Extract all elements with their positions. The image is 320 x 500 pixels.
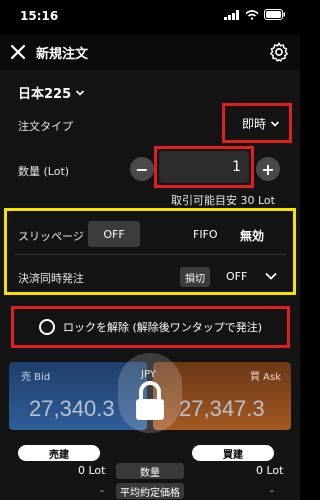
currency-label: JPY (141, 369, 156, 380)
buy-avg-value: - (270, 484, 274, 497)
chevron-down-icon[interactable] (263, 268, 279, 284)
sell-avg-value: - (100, 484, 104, 497)
chevron-down-icon (76, 89, 85, 96)
ask-label: 買 Ask (249, 372, 281, 383)
page-title: 新規注文 (36, 47, 89, 62)
unlock-label: ロックを解除 (解除後ワンタップで発注) (62, 321, 263, 334)
status-icons (224, 9, 286, 20)
buy-position-tag: 買建 (192, 445, 274, 461)
close-icon[interactable] (8, 42, 28, 62)
gear-icon[interactable] (268, 41, 290, 63)
settle-label: 決済同時発注 (18, 272, 84, 285)
fifo-value[interactable]: 無効 (240, 227, 264, 244)
sell-lot-value: 0 Lot (78, 464, 106, 477)
lock-icon (136, 381, 164, 420)
status-bar: 15:16 (0, 0, 300, 34)
order-type-select[interactable]: 即時 (242, 115, 280, 132)
stop-loss-tag: 損切 (180, 267, 210, 287)
buy-lot-value: 0 Lot (256, 464, 284, 477)
nav-bar: 新規注文 (0, 34, 300, 70)
quantity-increment-button[interactable]: + (256, 157, 280, 181)
quantity-input[interactable]: 1 (159, 151, 249, 183)
tradable-hint: 取引可能目安 30 Lot (171, 194, 275, 207)
bid-label: 売 Bid (21, 372, 51, 383)
ask-price: 27,347.3 (179, 396, 265, 421)
chevron-down-icon (270, 120, 280, 127)
bid-price: 27,340.3 (29, 396, 115, 421)
quantity-tag: 数量 (116, 463, 184, 479)
radio-circle-icon (38, 319, 55, 335)
sell-position-tag: 売建 (18, 445, 100, 461)
symbol-selector[interactable]: 日本225 (18, 83, 85, 102)
unlock-toggle[interactable]: ロックを解除 (解除後ワンタップで発注) (16, 311, 285, 343)
slippage-toggle[interactable]: OFF (88, 221, 140, 247)
order-type-label: 注文タイプ (18, 120, 73, 133)
signal-icon (224, 9, 239, 20)
wifi-icon (245, 9, 259, 20)
battery-icon (264, 9, 285, 20)
order-type-value: 即時 (242, 117, 267, 131)
quantity-label: 数量 (Lot) (18, 165, 70, 178)
symbol-label: 日本225 (18, 87, 72, 102)
fifo-label: FIFO (193, 228, 218, 241)
quantity-decrement-button[interactable]: − (130, 157, 154, 181)
settle-value[interactable]: OFF (226, 270, 247, 283)
avg-price-tag: 平均約定価格 (116, 483, 184, 499)
slippage-label: スリッページ (18, 230, 84, 243)
divider (14, 254, 286, 255)
status-time: 15:16 (20, 9, 59, 23)
